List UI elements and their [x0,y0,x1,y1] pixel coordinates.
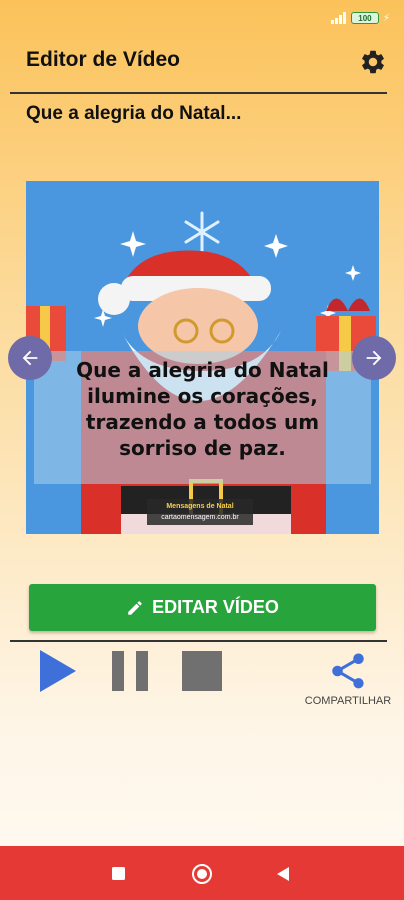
app-title: Editor de Vídeo [26,48,181,71]
stop-icon[interactable] [182,651,222,691]
home-icon[interactable] [191,863,213,885]
share-button[interactable]: COMPARTILHAR [300,650,396,710]
charging-icon: ⚡ [382,12,390,24]
player-divider [10,640,387,642]
arrow-left-icon [22,350,38,366]
arrow-right-icon [366,350,382,366]
edit-video-button[interactable]: EDITAR VÍDEO [29,584,376,631]
watermark: Mensagens de Natal cartaomensagem.com.br [147,499,253,525]
pause-icon[interactable] [110,651,150,691]
battery-icon: 100 [350,12,379,24]
system-nav-bar [0,846,404,900]
recents-icon[interactable] [112,867,125,880]
gear-icon[interactable] [359,48,387,76]
header-divider [10,92,387,94]
previous-button[interactable] [8,336,52,380]
play-icon[interactable] [38,650,78,692]
back-icon[interactable] [277,867,289,881]
status-bar: 100 ⚡ [0,0,404,36]
share-label: COMPARTILHAR [304,695,392,707]
status-icons: 100 ⚡ [330,12,390,24]
share-icon [332,653,364,689]
battery-level: 100 [358,13,372,23]
next-button[interactable] [352,336,396,380]
video-caption: Que a alegria do Natal ilumine os coraçõ… [76,358,329,460]
video-preview[interactable]: Que a alegria do Natal ilumine os coraçõ… [26,181,379,534]
edit-icon [128,600,142,615]
edit-video-label: EDITAR VÍDEO [152,597,279,617]
video-subtitle: Que a alegria do Natal... [26,103,242,124]
signal-icon [330,12,346,24]
watermark-title: Mensagens de Natal [166,503,234,510]
watermark-site: cartaomensagem.com.br [161,514,239,521]
